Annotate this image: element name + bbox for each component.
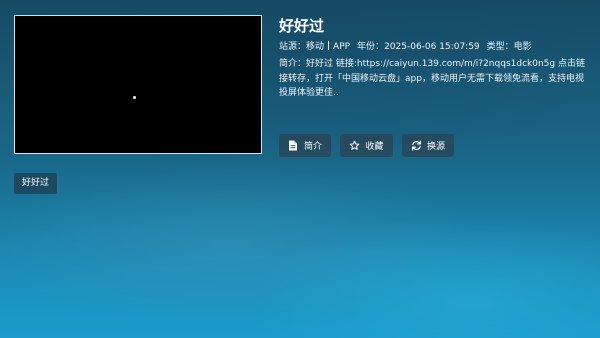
meta-divider — [328, 41, 330, 50]
change-source-button-label: 换源 — [426, 142, 445, 152]
type-value: 电影 — [513, 42, 532, 52]
intro-button-label: 简介 — [303, 142, 322, 152]
favorite-button[interactable]: 收藏 — [340, 134, 393, 157]
favorite-button-label: 收藏 — [365, 142, 384, 152]
change-source-button[interactable]: 换源 — [402, 134, 454, 157]
refresh-icon — [411, 140, 422, 151]
year-value: 2025-06-06 15:07:59 — [384, 42, 480, 52]
episode-item[interactable]: 好好过 — [14, 173, 58, 194]
star-outline-icon — [349, 140, 360, 151]
video-title: 好好过 — [279, 17, 325, 35]
site-label: 站源： — [279, 42, 307, 52]
site-value: 移动 — [306, 42, 325, 52]
video-player[interactable] — [14, 15, 262, 154]
video-meta: 站源：移动 APP 年份：2025-06-06 15:07:59 类型：电影 — [279, 40, 532, 54]
year-label: 年份： — [357, 42, 385, 52]
platform-value: APP — [333, 42, 351, 52]
loading-indicator — [133, 96, 136, 99]
video-description: 简介：好好过 链接:https://caiyun.139.com/m/i?2nq… — [279, 59, 585, 98]
type-label: 类型： — [486, 42, 514, 52]
document-icon — [288, 140, 299, 151]
intro-button[interactable]: 简介 — [279, 134, 331, 157]
